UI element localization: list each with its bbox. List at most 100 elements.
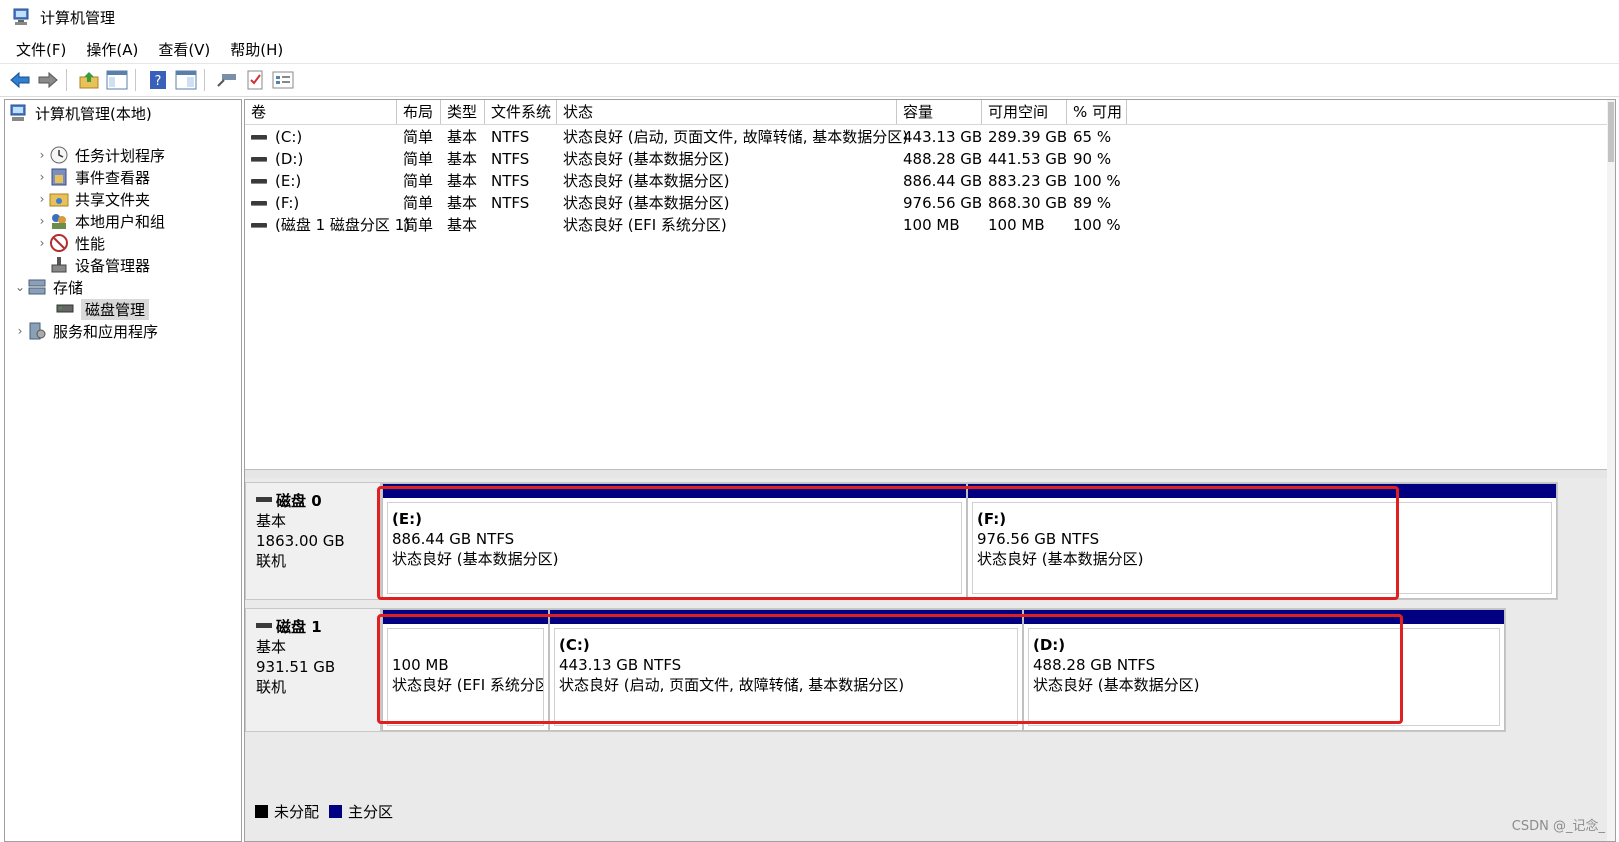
cell-layout: 简单 [397, 192, 441, 214]
tree-item-task-scheduler[interactable]: › 任务计划程序 [35, 144, 165, 166]
cell-text: 289.39 GB [988, 128, 1068, 146]
partition-e[interactable]: (E:) 886.44 GB NTFS 状态良好 (基本数据分区) [382, 483, 967, 599]
cell-status: 状态良好 (基本数据分区) [557, 170, 897, 192]
partition-f[interactable]: (F:) 976.56 GB NTFS 状态良好 (基本数据分区) [967, 483, 1557, 599]
up-folder-icon[interactable] [77, 68, 101, 92]
cell-status: 状态良好 (基本数据分区) [557, 148, 897, 170]
cell-text: 基本 [447, 128, 478, 146]
cell-type: 基本 [441, 170, 485, 192]
help-icon[interactable]: ? [146, 68, 170, 92]
cell-text: 简单 [403, 150, 434, 168]
tree-item-event-viewer[interactable]: › 事件查看器 [35, 166, 150, 188]
primary-partition-bar [383, 484, 966, 498]
cell-filesystem [485, 214, 557, 236]
column-header-type[interactable]: 类型 [441, 100, 485, 124]
cell-filesystem: NTFS [485, 192, 557, 214]
table-row[interactable]: (C:) 简单 基本 NTFS 状态良好 (启动, 页面文件, 故障转储, 基本数据分区… [245, 126, 1615, 148]
tree-item-local-users[interactable]: › 本地用户和组 [35, 210, 165, 232]
table-row[interactable]: (磁盘 1 磁盘分区 1) 简单 基本 状态良好 (EFI 系统分区) 100 MB 10… [245, 214, 1615, 236]
cell-percent-free: 65 % [1067, 126, 1127, 148]
partition-c[interactable]: (C:) 443.13 GB NTFS 状态良好 (启动, 页面文件, 故障转储… [549, 609, 1023, 731]
table-row[interactable]: (E:) 简单 基本 NTFS 状态良好 (基本数据分区) 886.44 GB 883.23… [245, 170, 1615, 192]
disk-1-info[interactable]: 磁盘 1 基本 931.51 GB 联机 [245, 608, 381, 732]
cell-volume: (E:) [245, 170, 397, 192]
column-header-filesystem[interactable]: 文件系统 [485, 100, 557, 124]
cell-text: 883.23 GB [988, 172, 1068, 190]
legend: 未分配 主分区 [251, 801, 393, 822]
partition-status: 状态良好 (基本数据分区) [977, 550, 1144, 568]
cell-text: 基本 [447, 172, 478, 190]
cell-text: 简单 [403, 172, 434, 190]
partition-status: 状态良好 (启动, 页面文件, 故障转储, 基本数据分区) [559, 676, 905, 694]
scrollbar-thumb[interactable] [1608, 102, 1614, 162]
event-viewer-icon [51, 168, 67, 186]
list-view-icon[interactable] [271, 68, 295, 92]
column-header-capacity[interactable]: 容量 [897, 100, 982, 124]
tree-item-device-manager[interactable]: 设备管理器 [49, 254, 150, 276]
svg-text:?: ? [155, 74, 162, 89]
tree-item-performance[interactable]: › 性能 [35, 232, 105, 254]
toolbar: ? [0, 64, 1619, 97]
cell-percent-free: 90 % [1067, 148, 1127, 170]
tree-item-disk-management[interactable]: 磁盘管理 [55, 298, 150, 320]
cell-text: (C:) [275, 128, 303, 146]
tree-root[interactable]: 计算机管理(本地) [9, 102, 152, 124]
show-hide-tree-icon[interactable] [105, 68, 129, 92]
volume-icon [251, 157, 267, 162]
chevron-right-icon[interactable]: › [35, 148, 49, 162]
services-icon [29, 322, 46, 340]
partition-size: 488.28 GB NTFS [1033, 656, 1156, 674]
chevron-right-icon[interactable]: › [35, 236, 49, 250]
chevron-right-icon[interactable]: › [35, 192, 49, 206]
cell-text: NTFS [491, 150, 530, 168]
disk-status: 联机 [256, 552, 287, 570]
partition-d[interactable]: (D:) 488.28 GB NTFS 状态良好 (基本数据分区) [1023, 609, 1505, 731]
menu-help[interactable]: 帮助(H) [230, 39, 283, 60]
column-header-free-space[interactable]: 可用空间 [982, 100, 1067, 124]
cell-text: 90 % [1073, 150, 1112, 168]
menu-file[interactable]: 文件(F) [16, 39, 66, 60]
column-header-percent-free[interactable]: % 可用 [1067, 100, 1127, 124]
column-header-layout[interactable]: 布局 [397, 100, 441, 124]
partition-details: 100 MB 状态良好 (EFI 系统分区 [387, 628, 544, 726]
cell-volume: (磁盘 1 磁盘分区 1) [245, 214, 410, 236]
properties-icon[interactable] [174, 68, 198, 92]
menu-action[interactable]: 操作(A) [86, 39, 138, 60]
shared-folder-icon [49, 193, 69, 207]
cell-volume: (C:) [245, 126, 397, 148]
back-arrow-icon[interactable] [8, 68, 32, 92]
forward-arrow-icon[interactable] [36, 68, 60, 92]
performance-icon [50, 234, 68, 252]
table-row[interactable]: (F:) 简单 基本 NTFS 状态良好 (基本数据分区) 976.56 GB 868.30… [245, 192, 1615, 214]
checklist-icon[interactable] [243, 68, 267, 92]
partition-name: (D:) [1033, 636, 1066, 654]
cell-type: 基本 [441, 192, 485, 214]
partition-details: (F:) 976.56 GB NTFS 状态良好 (基本数据分区) [972, 502, 1552, 594]
chevron-down-icon[interactable]: ⌄ [13, 280, 27, 294]
chevron-right-icon[interactable]: › [13, 324, 27, 338]
tree-item-services[interactable]: › 服务和应用程序 [13, 320, 158, 342]
tree-item-label: 服务和应用程序 [53, 322, 159, 341]
cell-text: 状态良好 (基本数据分区) [563, 172, 730, 190]
table-row[interactable]: (D:) 简单 基本 NTFS 状态良好 (基本数据分区) 488.28 GB 441.53… [245, 148, 1615, 170]
chevron-right-icon[interactable]: › [35, 170, 49, 184]
cell-text: 976.56 GB [903, 194, 983, 212]
column-header-status[interactable]: 状态 [557, 100, 897, 124]
tree-item-shared-folders[interactable]: › 共享文件夹 [35, 188, 150, 210]
disk-0-info[interactable]: 磁盘 0 基本 1863.00 GB 联机 [245, 482, 381, 600]
partition-name: (C:) [559, 636, 590, 654]
toolbar-separator [135, 69, 136, 91]
connect-icon[interactable] [215, 68, 239, 92]
cell-capacity: 443.13 GB [897, 126, 982, 148]
chevron-right-icon[interactable]: › [35, 214, 49, 228]
column-header-volume[interactable]: 卷 [245, 100, 397, 124]
menu-view[interactable]: 查看(V) [158, 39, 210, 60]
vertical-scrollbar[interactable] [1607, 100, 1615, 841]
cell-text: NTFS [491, 128, 530, 146]
tree-item-label: 性能 [75, 234, 106, 253]
partition-status: 状态良好 (基本数据分区) [392, 550, 559, 568]
tree-item-label: 事件查看器 [75, 168, 151, 187]
tree-item-storage[interactable]: ⌄ 存储 [13, 276, 83, 298]
partition-efi[interactable]: 100 MB 状态良好 (EFI 系统分区 [382, 609, 549, 731]
cell-text: 基本 [447, 194, 478, 212]
